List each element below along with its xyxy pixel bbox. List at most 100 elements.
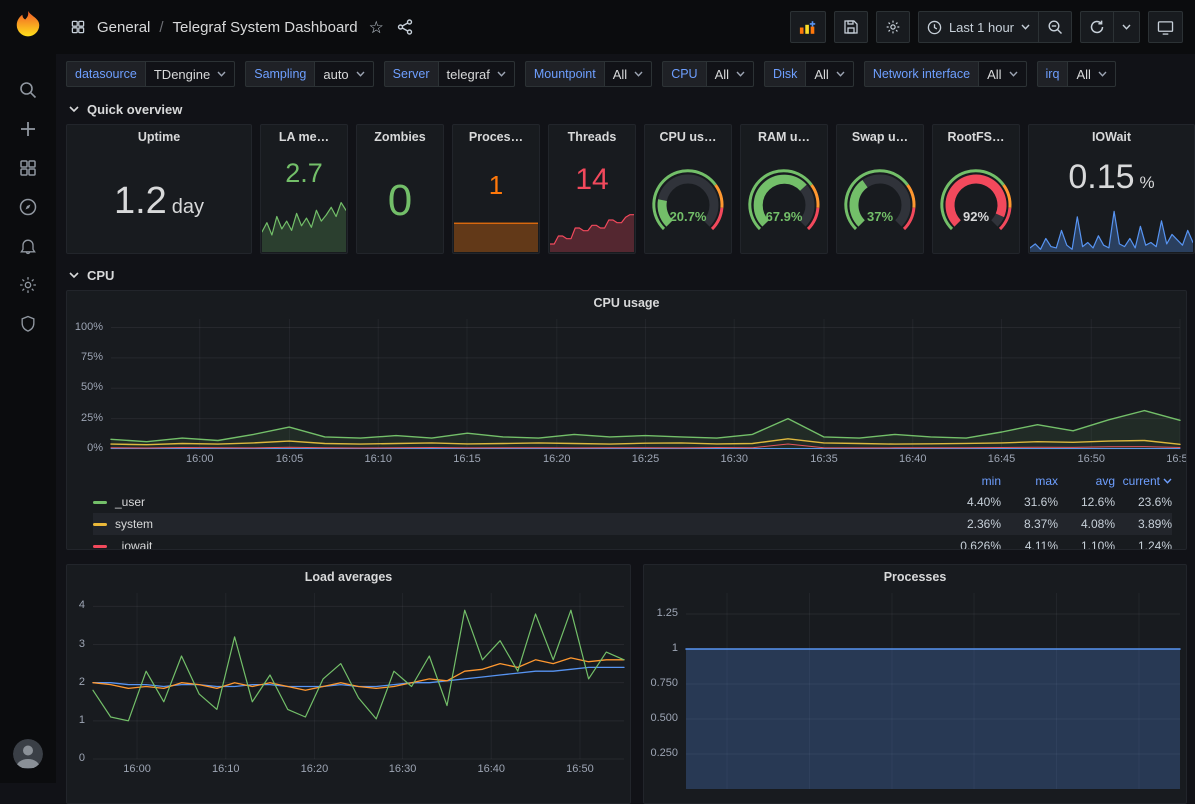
x-axis-label: 16:15 bbox=[453, 453, 481, 465]
breadcrumb-title[interactable]: Telegraf System Dashboard bbox=[173, 19, 358, 36]
row-cpu[interactable]: CPU bbox=[66, 260, 1187, 290]
y-axis-label: 2 bbox=[67, 676, 85, 688]
stat-panel-rootfs-used: RootFS…92% bbox=[932, 124, 1020, 254]
panel-title[interactable]: Load averages bbox=[67, 565, 630, 589]
panel-title[interactable]: RootFS… bbox=[933, 125, 1019, 149]
legend-column-min[interactable]: min bbox=[944, 474, 1001, 488]
star-icon[interactable]: ☆ bbox=[367, 17, 386, 38]
search-icon bbox=[18, 80, 38, 100]
zoom-out-button[interactable] bbox=[1039, 11, 1072, 43]
y-axis-label: 50% bbox=[67, 381, 103, 393]
panel-title[interactable]: LA me… bbox=[261, 125, 347, 149]
explore-button[interactable] bbox=[6, 187, 50, 226]
series-color-dash bbox=[93, 545, 107, 548]
panel-title[interactable]: Zombies bbox=[357, 125, 443, 149]
cycle-view-button[interactable] bbox=[1148, 11, 1183, 43]
x-axis-label: 16:20 bbox=[543, 453, 571, 465]
processes-chart[interactable]: 1.2510.7500.5000.250 bbox=[644, 589, 1186, 789]
search-button[interactable] bbox=[6, 70, 50, 109]
x-axis-label: 16:50 bbox=[566, 763, 594, 775]
x-axis-label: 16:45 bbox=[988, 453, 1016, 465]
legend-series-name[interactable]: system bbox=[115, 517, 153, 531]
breadcrumb-section[interactable]: General bbox=[97, 19, 150, 36]
chevron-down-icon bbox=[836, 71, 845, 77]
legend-row: _iowait0.626%4.11%1.10%1.24% bbox=[93, 535, 1172, 549]
panel-title[interactable]: Processes bbox=[644, 565, 1186, 589]
variable-label: CPU bbox=[662, 61, 705, 87]
share-icon[interactable] bbox=[395, 17, 415, 37]
stat-body: 67.9% bbox=[741, 149, 827, 254]
y-axis-label: 0.500 bbox=[644, 712, 678, 724]
gauge: 92% bbox=[933, 149, 1019, 253]
panel-title[interactable]: CPU usage bbox=[67, 291, 1186, 315]
variable-value-dropdown[interactable]: All bbox=[604, 61, 652, 87]
alerting-button[interactable] bbox=[6, 226, 50, 265]
time-controls: Last 1 hour bbox=[918, 11, 1072, 43]
save-dashboard-button[interactable] bbox=[834, 11, 868, 43]
panel-load-averages: Load averages 16:0016:1016:2016:3016:401… bbox=[66, 564, 631, 804]
legend-value: 2.36% bbox=[944, 517, 1001, 531]
server-admin-button[interactable] bbox=[6, 304, 50, 343]
top-bar: General / Telegraf System Dashboard ☆ La… bbox=[56, 0, 1195, 54]
chart-svg bbox=[67, 315, 1186, 469]
chevron-down-icon bbox=[1163, 478, 1172, 484]
stat-unit: day bbox=[172, 196, 204, 219]
variable-value: All bbox=[814, 67, 828, 82]
configuration-button[interactable] bbox=[6, 265, 50, 304]
load-averages-chart[interactable]: 16:0016:1016:2016:3016:4016:5043210 bbox=[67, 589, 630, 781]
refresh-button[interactable] bbox=[1080, 11, 1114, 43]
y-axis-label: 1 bbox=[67, 714, 85, 726]
series-color-dash bbox=[93, 501, 107, 504]
legend-column-avg[interactable]: avg bbox=[1058, 474, 1115, 488]
stat-panel-threads: Threads14 bbox=[548, 124, 636, 254]
x-axis-label: 16:40 bbox=[477, 763, 505, 775]
variable-value-dropdown[interactable]: All bbox=[978, 61, 1026, 87]
legend-column-current[interactable]: current bbox=[1115, 474, 1172, 488]
variable-value-dropdown[interactable]: All bbox=[706, 61, 754, 87]
panel-title[interactable]: Threads bbox=[549, 125, 635, 149]
grafana-logo[interactable] bbox=[13, 10, 43, 42]
variable-value-dropdown[interactable]: auto bbox=[314, 61, 373, 87]
variable-value-dropdown[interactable]: All bbox=[1067, 61, 1115, 87]
panel-title[interactable]: Uptime bbox=[67, 125, 251, 149]
user-avatar[interactable] bbox=[13, 739, 43, 769]
variable-value: All bbox=[613, 67, 627, 82]
stat-panel-ram-used: RAM u… 67.9% bbox=[740, 124, 828, 254]
legend-series-name[interactable]: _user bbox=[115, 495, 145, 509]
add-panel-button[interactable] bbox=[790, 11, 826, 43]
stat-panel-uptime: Uptime1.2day bbox=[66, 124, 252, 254]
x-axis-label: 16:20 bbox=[301, 763, 329, 775]
panel-title[interactable]: CPU us… bbox=[645, 125, 731, 149]
variable-value-dropdown[interactable]: All bbox=[805, 61, 853, 87]
variable-value-dropdown[interactable]: telegraf bbox=[438, 61, 515, 87]
chevron-down-icon bbox=[356, 71, 365, 77]
chevron-down-icon bbox=[497, 71, 506, 77]
variable-value-dropdown[interactable]: TDengine bbox=[145, 61, 235, 87]
series-color-dash bbox=[93, 523, 107, 526]
dashboards-button[interactable] bbox=[6, 148, 50, 187]
chevron-down-icon bbox=[217, 71, 226, 77]
stat-number: 0 bbox=[388, 179, 412, 223]
stat-body: 20.7% bbox=[645, 149, 731, 254]
legend-series-name[interactable]: _iowait bbox=[115, 539, 152, 549]
refresh-interval-button[interactable] bbox=[1114, 11, 1140, 43]
variable-disk: DiskAll bbox=[764, 61, 854, 87]
panel-title[interactable]: Proces… bbox=[453, 125, 539, 149]
legend-value: 23.6% bbox=[1115, 495, 1172, 509]
panel-title[interactable]: RAM u… bbox=[741, 125, 827, 149]
stat-value: 14 bbox=[549, 149, 635, 211]
create-button[interactable] bbox=[6, 109, 50, 148]
panel-title[interactable]: IOWait bbox=[1029, 125, 1194, 149]
svg-text:67.9%: 67.9% bbox=[766, 209, 803, 224]
time-range-button[interactable]: Last 1 hour bbox=[918, 11, 1039, 43]
legend-column-max[interactable]: max bbox=[1001, 474, 1058, 488]
stat-number: 2.7 bbox=[285, 160, 323, 187]
dashboard-settings-button[interactable] bbox=[876, 11, 910, 43]
y-axis-label: 3 bbox=[67, 638, 85, 650]
panel-title[interactable]: Swap u… bbox=[837, 125, 923, 149]
y-axis-label: 0% bbox=[67, 442, 103, 454]
row-quick-overview[interactable]: Quick overview bbox=[66, 94, 1187, 124]
cpu-usage-chart[interactable]: 16:0016:0516:1016:1516:2016:2516:3016:35… bbox=[67, 315, 1186, 469]
cpu-legend: minmaxavgcurrent_user4.40%31.6%12.6%23.6… bbox=[67, 469, 1186, 549]
svg-text:20.7%: 20.7% bbox=[670, 209, 707, 224]
